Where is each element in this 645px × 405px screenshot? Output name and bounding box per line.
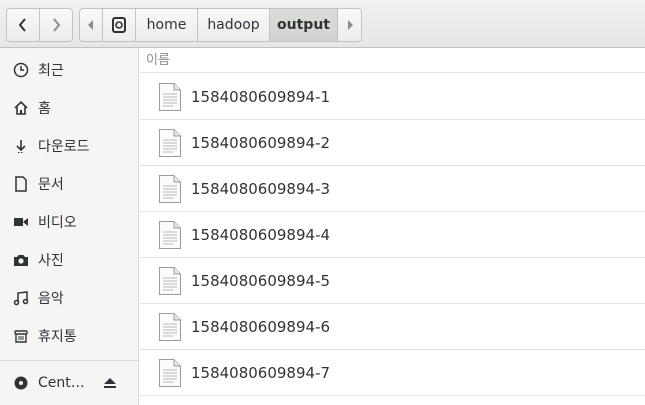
sidebar-item-downloads[interactable]: 다운로드: [0, 128, 138, 164]
sidebar-item-label: 사진: [38, 253, 64, 269]
video-icon: [12, 214, 30, 230]
sidebar-item-device[interactable]: Cent…: [0, 365, 138, 401]
sidebar-item-recent[interactable]: 최근: [0, 52, 138, 88]
sidebar-item-label: 휴지통: [38, 329, 77, 345]
sidebar-item-label: 문서: [38, 177, 64, 193]
eject-button[interactable]: [102, 365, 118, 401]
column-header-name[interactable]: 이름: [140, 48, 645, 73]
file-name: 1584080609894-4: [191, 225, 331, 244]
file-row[interactable]: 1584080609894-4: [140, 212, 645, 258]
eject-icon: [104, 378, 116, 388]
sidebar-separator: [0, 360, 138, 361]
crumb-home[interactable]: home: [136, 8, 198, 42]
sidebar-item-label: 비디오: [38, 215, 77, 231]
chevron-right-icon: [53, 18, 61, 32]
forward-button[interactable]: [40, 8, 73, 42]
file-row[interactable]: 1584080609894-7: [140, 350, 645, 396]
file-list: 이름 1584080609894-1 1584080609894-2 1584080…: [140, 48, 645, 405]
crumb-hadoop[interactable]: hadoop: [198, 8, 270, 42]
disc-icon: [12, 375, 30, 391]
text-file-icon: [159, 266, 181, 295]
trash-icon: [12, 328, 30, 344]
file-row[interactable]: 1584080609894-3: [140, 166, 645, 212]
file-name: 1584080609894-6: [191, 317, 331, 336]
chevron-left-icon: [18, 18, 26, 32]
sidebar-item-trash[interactable]: 휴지통: [0, 318, 138, 354]
crumb-home-label: home: [146, 17, 187, 33]
crumb-hadoop-label: hadoop: [207, 17, 260, 33]
sidebar-item-videos[interactable]: 비디오: [0, 204, 138, 240]
text-file-icon: [159, 358, 181, 387]
file-row[interactable]: 1584080609894-2: [140, 120, 645, 166]
file-name: 1584080609894-1: [191, 87, 331, 106]
text-file-icon: [159, 220, 181, 249]
home-icon: [12, 100, 30, 116]
clock-icon: [12, 62, 30, 78]
path-scroll-right-button[interactable]: [338, 8, 362, 42]
sidebar-item-label: Cent…: [38, 375, 85, 391]
sidebar: 최근 홈 다운로드 문서 비디오 사진 음악 휴지통 Cent…: [0, 48, 139, 405]
text-file-icon: [159, 82, 181, 111]
sidebar-item-home[interactable]: 홈: [0, 90, 138, 126]
download-icon: [12, 138, 30, 154]
sidebar-item-label: 음악: [38, 291, 64, 307]
crumb-output[interactable]: output: [270, 8, 338, 42]
file-row[interactable]: 1584080609894-1: [140, 74, 645, 120]
sidebar-item-label: 다운로드: [38, 139, 90, 155]
file-name: 1584080609894-5: [191, 271, 331, 290]
document-icon: [12, 176, 30, 192]
crumb-output-label: output: [277, 17, 330, 33]
scroll-right-icon: [347, 20, 353, 30]
sidebar-item-pictures[interactable]: 사진: [0, 242, 138, 278]
path-bar: home hadoop output: [79, 8, 362, 42]
music-icon: [12, 290, 30, 306]
drive-icon: [112, 17, 126, 33]
file-name: 1584080609894-2: [191, 133, 331, 152]
text-file-icon: [159, 174, 181, 203]
sidebar-item-label: 홈: [38, 101, 51, 117]
camera-icon: [12, 252, 30, 268]
back-button[interactable]: [6, 8, 40, 42]
file-name: 1584080609894-3: [191, 179, 331, 198]
file-name: 1584080609894-7: [191, 363, 331, 382]
text-file-icon: [159, 128, 181, 157]
sidebar-item-music[interactable]: 음악: [0, 280, 138, 316]
scroll-left-icon: [88, 20, 93, 30]
history-buttons: [6, 8, 73, 42]
sidebar-item-label: 최근: [38, 63, 64, 79]
file-row[interactable]: 1584080609894-5: [140, 258, 645, 304]
file-row[interactable]: 1584080609894-6: [140, 304, 645, 350]
text-file-icon: [159, 312, 181, 341]
path-scroll-left-button[interactable]: [79, 8, 103, 42]
column-header-label: 이름: [146, 53, 170, 68]
path-root-button[interactable]: [103, 8, 136, 42]
sidebar-item-documents[interactable]: 문서: [0, 166, 138, 202]
header-bar: home hadoop output: [0, 0, 645, 48]
